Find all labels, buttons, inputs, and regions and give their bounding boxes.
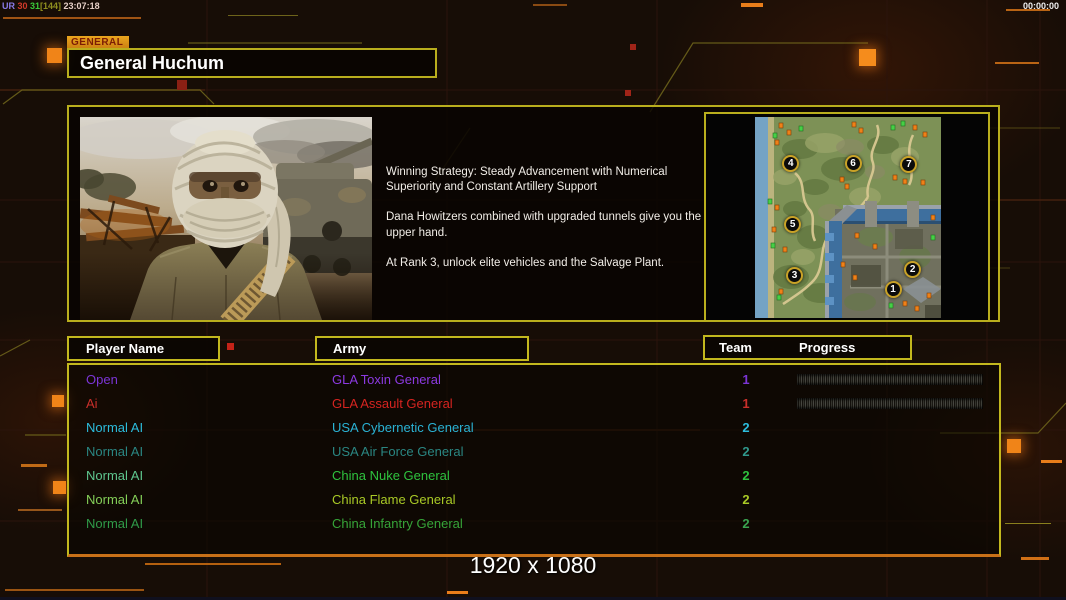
team-cell[interactable]: 1	[731, 396, 761, 411]
page-title: General Huchum	[80, 52, 225, 73]
army-cell[interactable]: USA Cybernetic General	[332, 420, 474, 435]
player-name-cell[interactable]: Normal AI	[86, 468, 143, 483]
debug-segment: 23:07:18	[63, 1, 100, 11]
decor-accent	[177, 80, 187, 90]
table-row: Normal AI USA Cybernetic General 2	[69, 416, 999, 440]
briefing-paragraph: Dana Howitzers combined with upgraded tu…	[386, 211, 702, 239]
map-start-position-marker: 3	[785, 266, 803, 284]
match-timer: 00:00:00	[1022, 1, 1059, 11]
table-row: Normal AI China Nuke General 2	[69, 464, 999, 488]
decor-accent	[21, 464, 47, 467]
table-row: Ai GLA Assault General 1	[69, 392, 999, 416]
army-cell[interactable]: USA Air Force General	[332, 444, 464, 459]
general-portrait-image	[80, 117, 372, 320]
column-header-team: Team	[719, 340, 752, 355]
table-row: Normal AI China Flame General 2	[69, 488, 999, 512]
table-row: Normal AI China Infantry General 2	[69, 512, 999, 536]
player-name-header-label: Player Name	[86, 341, 165, 356]
player-name-cell[interactable]: Normal AI	[86, 516, 143, 531]
decor-accent	[625, 90, 631, 96]
decor-accent	[47, 48, 62, 63]
team-cell[interactable]: 2	[731, 468, 761, 483]
team-cell[interactable]: 2	[731, 492, 761, 507]
map-start-position-marker: 2	[904, 260, 922, 278]
debug-segment: [144]	[40, 1, 64, 11]
decor-accent	[741, 3, 763, 7]
map-start-position-marker: 6	[844, 155, 862, 173]
column-header-team-progress: Team Progress	[703, 335, 912, 360]
decor-accent	[5, 589, 144, 591]
team-cell[interactable]: 2	[731, 444, 761, 459]
team-cell[interactable]: 1	[731, 372, 761, 387]
player-name-cell[interactable]: Open	[86, 372, 118, 387]
team-cell[interactable]: 2	[731, 516, 761, 531]
team-cell[interactable]: 2	[731, 420, 761, 435]
skirmish-lobby-screen: UR 30 31[144] 23:07:18 00:00:00 GENERAL …	[0, 0, 1066, 600]
decor-accent	[227, 343, 234, 350]
table-row: Normal AI USA Air Force General 2	[69, 440, 999, 464]
player-name-cell[interactable]: Normal AI	[86, 444, 143, 459]
decor-accent	[1007, 439, 1021, 453]
briefing-text: Winning Strategy: Steady Advancement wit…	[386, 165, 708, 286]
debug-segment: 31	[30, 1, 41, 11]
decor-accent	[3, 17, 141, 19]
decor-accent	[52, 395, 64, 407]
decor-accent	[228, 15, 298, 16]
briefing-paragraph: Winning Strategy: Steady Advancement wit…	[386, 166, 668, 194]
progress-bar	[797, 374, 983, 385]
decor-accent	[533, 4, 567, 6]
column-header-progress: Progress	[799, 340, 856, 355]
map-start-position-marker: 1	[884, 280, 902, 298]
decor-accent	[1041, 460, 1062, 463]
resolution-label: 1920 x 1080	[469, 552, 597, 578]
table-row: Open GLA Toxin General 1	[69, 368, 999, 392]
decor-accent	[630, 44, 636, 50]
debug-readout: UR 30 31[144] 23:07:18	[2, 1, 100, 11]
map-preview[interactable]: 1234567	[755, 117, 941, 318]
decor-accent	[995, 62, 1039, 64]
army-header-label: Army	[333, 341, 367, 356]
army-cell[interactable]: GLA Assault General	[332, 396, 453, 411]
map-start-position-marker: 5	[784, 215, 802, 233]
player-name-cell[interactable]: Normal AI	[86, 420, 143, 435]
roster-rows: Open GLA Toxin General 1 Ai GLA Assault Gene…	[69, 368, 999, 536]
progress-bar	[797, 398, 983, 409]
general-portrait	[80, 117, 372, 320]
general-name-box: General Huchum	[67, 48, 437, 78]
roster-panel: Open GLA Toxin General 1 Ai GLA Assault Gene…	[67, 363, 1001, 557]
briefing-paragraph: At Rank 3, unlock elite vehicles and the…	[386, 256, 665, 269]
decor-accent	[447, 591, 468, 594]
map-panel: 1234567	[704, 112, 990, 322]
decor-accent	[859, 49, 876, 66]
column-header-player-name: Player Name	[67, 336, 220, 361]
debug-segment: 30	[17, 1, 31, 11]
player-name-cell[interactable]: Ai	[86, 396, 98, 411]
army-cell[interactable]: China Nuke General	[332, 468, 450, 483]
decor-accent	[53, 481, 66, 494]
column-header-army: Army	[315, 336, 529, 361]
map-terrain-image	[755, 117, 941, 318]
army-cell[interactable]: China Infantry General	[332, 516, 463, 531]
decor-accent	[18, 509, 62, 511]
debug-segment: UR	[2, 1, 18, 11]
army-cell[interactable]: GLA Toxin General	[332, 372, 441, 387]
player-name-cell[interactable]: Normal AI	[86, 492, 143, 507]
army-cell[interactable]: China Flame General	[332, 492, 456, 507]
general-info-panel: Winning Strategy: Steady Advancement wit…	[67, 105, 1000, 322]
decor-accent	[1005, 523, 1051, 524]
